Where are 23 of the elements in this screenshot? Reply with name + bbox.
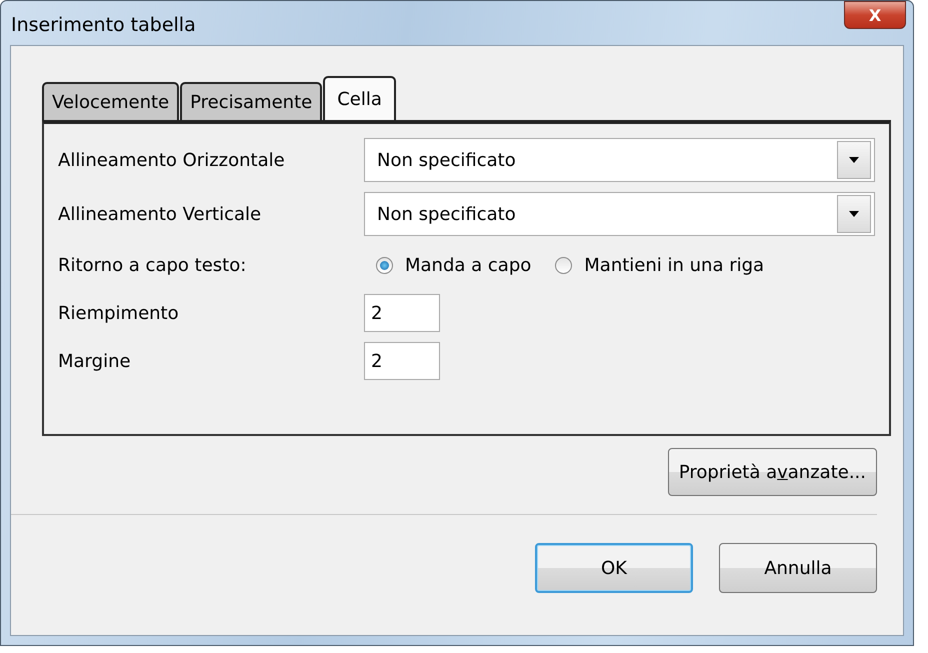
radio-button[interactable] [555,256,572,274]
dropdown[interactable]: Non specificato [364,192,875,236]
radio-label[interactable]: Manda a capo [405,254,532,276]
tab[interactable]: Cella [323,76,396,120]
radio-label[interactable]: Mantieni in una riga [584,254,764,276]
input-field[interactable]: 2 [364,342,440,380]
tab[interactable]: Velocemente [42,82,180,120]
dropdown-arrow-icon [849,157,859,163]
dropdown[interactable]: Non specificato [364,138,875,182]
field-label: Allineamento Verticale [58,204,262,224]
input-field[interactable]: 2 [364,294,440,332]
dialog-button[interactable]: OK [535,543,693,593]
tab[interactable]: Precisamente [180,82,322,120]
advanced-properties-button[interactable]: Proprietà avanzate... [668,448,877,496]
field-label: Riempimento [58,302,180,324]
field-label: Ritorno a capo testo: [58,254,248,276]
field-label: Allineamento Orizzontale [58,150,286,170]
radio-button[interactable] [376,256,393,274]
dropdown-arrow-icon [849,211,859,217]
dialog-button[interactable]: Annulla [719,543,877,593]
field-label: Margine [58,350,132,372]
window-title: Inserimento tabella [10,14,196,36]
close-button[interactable]: X [844,1,906,29]
